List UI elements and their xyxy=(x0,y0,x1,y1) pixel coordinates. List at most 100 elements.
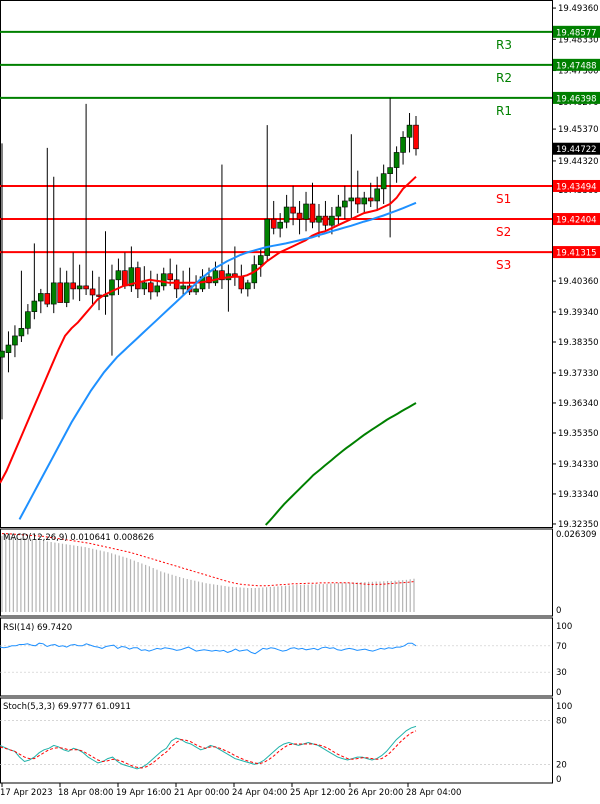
candle-body xyxy=(31,300,38,312)
rsi-label: RSI(14) 69.7420 xyxy=(3,623,72,633)
x-tick-label: 24 Apr 04:00 xyxy=(232,788,287,798)
candle-body xyxy=(44,293,51,305)
candle-body xyxy=(400,136,406,153)
candle-body xyxy=(354,197,361,205)
level-name-s2: S2 xyxy=(496,225,511,239)
candle-body xyxy=(277,221,283,229)
level-value-label: 19.47488 xyxy=(556,61,597,71)
price-tick-label: 19.45370 xyxy=(558,125,599,135)
x-tick-label: 21 Apr 00:00 xyxy=(174,788,229,798)
chart-svg: 19.4936019.4833019.4730019.4627019.45370… xyxy=(0,0,600,798)
price-tick-label: 19.44320 xyxy=(558,157,599,167)
level-name-r2: R2 xyxy=(496,71,512,85)
candle-body xyxy=(374,188,380,202)
candle-body xyxy=(63,282,70,303)
stoch-label: Stoch(5,3,3) 69.9777 61.0911 xyxy=(3,702,131,712)
macd-tick-label: 0 xyxy=(556,606,561,616)
candle-body xyxy=(367,197,374,202)
candle-body xyxy=(193,288,199,293)
rsi-tick-label: 30 xyxy=(556,668,567,678)
candle-body xyxy=(147,282,154,293)
level-value-label: 19.42404 xyxy=(556,216,597,226)
candle-body xyxy=(89,288,96,296)
stoch-tick-label: 20 xyxy=(556,760,567,770)
level-value-label: 19.48577 xyxy=(556,28,597,38)
price-tick-label: 19.36340 xyxy=(558,399,599,409)
rsi-tick-label: 70 xyxy=(556,642,567,652)
candle-body xyxy=(387,167,393,174)
candle-body xyxy=(5,344,12,353)
level-value-label: 19.43494 xyxy=(556,182,597,192)
candle-body xyxy=(361,197,368,205)
candle-body xyxy=(173,279,180,290)
candle-body xyxy=(154,285,161,293)
candle-body xyxy=(413,124,419,150)
x-tick-label: 19 Apr 16:00 xyxy=(116,788,171,798)
candle-body xyxy=(25,311,31,329)
candle-body xyxy=(264,218,271,256)
candle-body xyxy=(18,328,25,337)
candle-body xyxy=(342,200,348,208)
price-tick-label: 19.39340 xyxy=(558,308,599,318)
candle-body xyxy=(160,273,167,287)
candle-body xyxy=(57,282,64,303)
main-pane-frame xyxy=(0,0,553,528)
price-tick-label: 19.49360 xyxy=(558,4,599,14)
candle-body xyxy=(290,206,296,214)
candle-body xyxy=(0,350,5,358)
chart-root: 19.4936019.4833019.4730019.4627019.45370… xyxy=(0,0,600,800)
stoch-tick-label: 80 xyxy=(556,717,567,727)
level-name-r1: R1 xyxy=(496,104,512,118)
candle-body xyxy=(393,152,400,168)
level-name-s3: S3 xyxy=(496,258,511,272)
candle-body xyxy=(135,267,141,290)
candle-body xyxy=(12,335,18,346)
price-tick-label: 19.33340 xyxy=(558,490,599,500)
macd-tick-label: 0.026309 xyxy=(556,530,597,540)
candle-body xyxy=(406,124,413,138)
level-name-s1: S1 xyxy=(496,192,511,206)
candle-body xyxy=(122,270,128,287)
candle-body xyxy=(83,285,89,290)
candle-body xyxy=(180,285,186,290)
level-value-label: 19.41315 xyxy=(556,249,597,259)
macd-label: MACD(12,26,9) 0.010641 0.008626 xyxy=(3,533,154,543)
candle-body xyxy=(115,270,122,281)
x-tick-label: 25 Apr 12:00 xyxy=(290,788,345,798)
candle-body xyxy=(309,203,316,223)
candle-body xyxy=(167,273,173,281)
candle-body xyxy=(212,270,219,284)
price-tick-label: 19.32350 xyxy=(558,520,599,530)
level-name-r3: R3 xyxy=(496,38,512,52)
price-tick-label: 19.35350 xyxy=(558,429,599,439)
x-tick-label: 18 Apr 08:00 xyxy=(58,788,113,798)
candle-body xyxy=(245,282,251,290)
price-tick-label: 19.34330 xyxy=(558,460,599,470)
candle-body xyxy=(141,282,148,290)
candle-body xyxy=(283,206,290,223)
level-value-label: 19.46398 xyxy=(556,94,597,104)
rsi-pane-frame xyxy=(0,617,553,697)
candle-body xyxy=(238,276,245,290)
candle-body xyxy=(257,255,264,265)
candle-body xyxy=(380,173,387,190)
candle-body xyxy=(322,215,329,226)
candle-body xyxy=(50,282,57,305)
candle-body xyxy=(76,285,83,290)
rsi-tick-label: 0 xyxy=(556,688,561,698)
candle-body xyxy=(329,215,335,226)
x-tick-label: 28 Apr 04:00 xyxy=(406,788,461,798)
price-tick-label: 19.38350 xyxy=(558,338,599,348)
candle-body xyxy=(70,282,76,290)
candle-body xyxy=(296,212,303,220)
stoch-tick-label: 100 xyxy=(556,702,572,712)
candle-body xyxy=(316,215,322,223)
x-tick-label: 17 Apr 2023 xyxy=(0,788,53,798)
candle-body xyxy=(303,203,309,220)
candle-body xyxy=(335,206,342,217)
rsi-tick-label: 100 xyxy=(556,622,572,632)
stoch-tick-label: 0 xyxy=(556,775,561,785)
candle-body xyxy=(348,197,355,202)
price-tick-label: 19.37330 xyxy=(558,369,599,379)
candle-body xyxy=(270,218,277,229)
